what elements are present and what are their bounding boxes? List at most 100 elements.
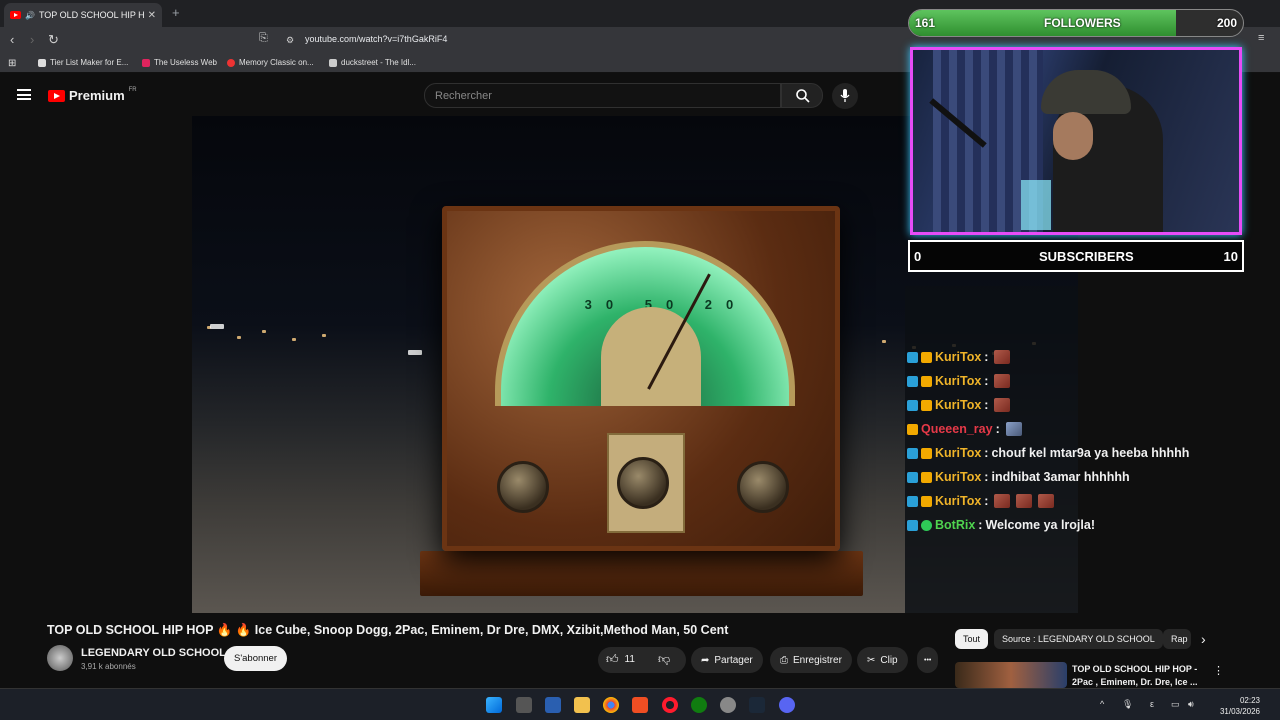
search-icon [796, 89, 810, 103]
chat-emote-icon [994, 374, 1011, 388]
more-actions-button[interactable]: ••• [917, 647, 939, 673]
voice-search-button[interactable] [832, 83, 858, 109]
channel-avatar[interactable] [47, 645, 73, 671]
radio-base [420, 551, 863, 596]
subscribe-button[interactable]: S'abonner [224, 646, 287, 671]
speaker-icon[interactable]: 🔊 [25, 11, 35, 20]
channel-name[interactable]: LEGENDARY OLD SCHOOL [81, 647, 226, 659]
chat-text: Welcome ya lrojla! [985, 518, 1095, 532]
chat-username: KuriTox [935, 350, 982, 364]
like-dislike-group: 👍︎ 11 👎︎ [598, 647, 686, 673]
chat-message: KuriTox: indhibat 3amar hhhhhh [907, 465, 1277, 489]
microphone-icon [840, 89, 850, 102]
task-view-icon[interactable] [516, 697, 532, 713]
steam-icon[interactable] [749, 697, 765, 713]
back-icon[interactable]: ‹ [10, 32, 14, 47]
verified-badge-icon [921, 519, 932, 531]
recommendation-title[interactable]: TOP OLD SCHOOL HIP HOP - 2Pac , Eminem, … [1072, 663, 1212, 689]
bookmark-item[interactable]: Tier List Maker for E... [38, 58, 128, 67]
file-explorer-icon[interactable] [574, 697, 590, 713]
chat-emote-icon [994, 398, 1011, 412]
browser-tab[interactable]: 🔊 TOP OLD SCHOOL HIP HOP 🔥 ✕ [4, 3, 162, 27]
chat-username: Queeen_ray [921, 422, 993, 436]
youtube-premium-logo[interactable]: Premium FR [48, 87, 137, 103]
share-icon: ➦ [701, 654, 710, 666]
brave-icon[interactable] [632, 697, 648, 713]
clock-time: 02:23 [1239, 696, 1260, 705]
windows-taskbar: ^ 🎙︎ ε ▭ 🔊︎ 02:23 31/03/2026 [0, 688, 1280, 720]
badge-icon [921, 495, 932, 507]
badge-icon [907, 351, 918, 363]
radio-knob-right [737, 461, 789, 513]
chat-message: Queeen_ray: [907, 417, 1277, 441]
subscribers-current: 0 [914, 249, 922, 264]
chip-all[interactable]: Tout [955, 629, 989, 649]
apps-grid-icon[interactable]: ⊞ [8, 58, 16, 69]
chat-overlay: KuriTox: KuriTox: KuriTox: Queeen_ray: KuriT… [907, 345, 1277, 537]
bookmark-item[interactable]: Memory Classic on... [227, 58, 314, 67]
recommendation-thumbnail[interactable] [955, 662, 1067, 688]
url-field[interactable]: youtube.com/watch?v=i7thGakRiF4 [305, 34, 447, 44]
followers-goal-bar: 161 FOLLOWERS 200 [908, 9, 1244, 37]
forward-icon[interactable]: › [30, 32, 34, 47]
opera-icon[interactable] [662, 697, 678, 713]
like-button[interactable]: 👍︎ 11 [606, 652, 635, 667]
scissors-icon: ✂ [867, 654, 876, 666]
tray-chevron-icon[interactable]: ^ [1100, 699, 1104, 709]
system-clock[interactable]: 02:23 31/03/2026 [1220, 695, 1260, 717]
bookmark-icon[interactable]: ⎘ [259, 32, 268, 45]
chat-username: KuriTox [935, 398, 982, 412]
channel-subscriber-count: 3,91 k abonnés [81, 662, 136, 671]
search-button[interactable] [781, 83, 823, 108]
site-info-icon[interactable]: ⚙ [286, 35, 294, 46]
subscribers-goal: 10 [1223, 249, 1238, 264]
chrome-icon[interactable] [603, 697, 619, 713]
network-icon[interactable]: ▭ [1171, 699, 1180, 710]
tray-mic-icon[interactable]: 🎙︎ [1122, 699, 1133, 710]
settings-icon[interactable] [720, 697, 736, 713]
chip-source[interactable]: Source : LEGENDARY OLD SCHOOL [994, 629, 1163, 649]
bookmark-item[interactable]: The Useless Web [142, 58, 217, 67]
new-tab-button[interactable]: + [172, 5, 180, 20]
thumbs-down-icon: 👎︎ [658, 652, 671, 666]
like-count: 11 [624, 654, 635, 665]
close-tab-icon[interactable]: ✕ [148, 10, 156, 21]
tray-lang-icon[interactable]: ε [1150, 699, 1154, 709]
chat-text: indhibat 3amar hhhhhh [991, 470, 1130, 484]
xbox-icon[interactable] [691, 697, 707, 713]
badge-icon [907, 495, 918, 507]
bookmark-item[interactable]: duckstreet - The Idl... [329, 58, 416, 67]
dislike-button[interactable]: 👎︎ [658, 652, 670, 667]
chips-next-chevron-icon[interactable]: › [1201, 631, 1206, 647]
youtube-logo-icon [48, 89, 65, 102]
start-icon[interactable] [486, 697, 502, 713]
radio-knob-left [497, 461, 549, 513]
store-icon[interactable] [545, 697, 561, 713]
menu-icon[interactable]: ≡ [1258, 32, 1264, 44]
dial-numbers: 30 50 20 20 [584, 297, 795, 312]
badge-icon [921, 375, 932, 387]
chat-separator: : [984, 446, 989, 460]
discord-icon[interactable] [779, 697, 795, 713]
chat-message: KuriTox: chouf kel mtar9a ya heeba hhhhh [907, 441, 1277, 465]
subscribers-goal-bar: 0 SUBSCRIBERS 10 [908, 240, 1244, 272]
chat-separator: : [984, 398, 989, 412]
chat-username: KuriTox [935, 374, 982, 388]
youtube-favicon-icon [10, 11, 21, 19]
menu-hamburger-icon[interactable] [17, 89, 31, 100]
vintage-radio: 30 50 20 20 [442, 206, 840, 551]
webcam-overlay [910, 47, 1242, 235]
reload-icon[interactable]: ↻ [48, 32, 59, 48]
volume-icon[interactable]: 🔊︎ [1188, 699, 1194, 710]
save-button[interactable]: ⎙ Enregistrer [770, 647, 852, 673]
search-input[interactable]: Rechercher [424, 83, 781, 108]
share-button[interactable]: ➦ Partager [691, 647, 763, 673]
chat-emote-icon [1005, 422, 1022, 436]
recommendation-menu-icon[interactable]: ⋮ [1213, 664, 1224, 677]
followers-progress-fill [909, 10, 1177, 36]
badge-icon [921, 471, 932, 483]
subscribers-label: SUBSCRIBERS [1039, 249, 1134, 264]
followers-label: FOLLOWERS [1044, 16, 1121, 30]
chip-rap[interactable]: Rap [1163, 629, 1191, 649]
clip-button[interactable]: ✂ Clip [857, 647, 908, 673]
